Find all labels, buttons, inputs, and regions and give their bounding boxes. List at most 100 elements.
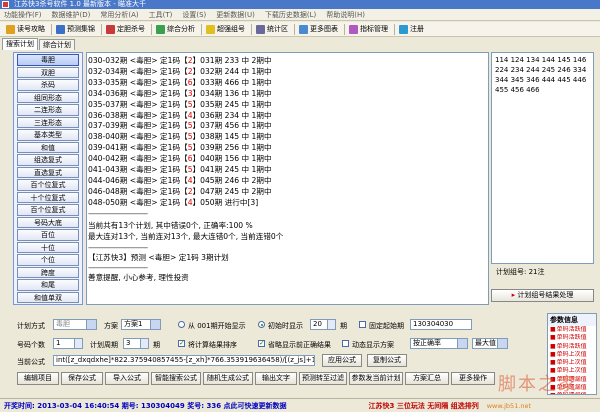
dynamic-scheme-label: 动态显示方案 — [352, 341, 394, 349]
formula-input[interactable]: int([z_dxqdxhe]*822.375940857455-[z_xh]*… — [53, 355, 315, 366]
plan-type-button[interactable]: 二连形态 — [17, 104, 79, 116]
action-button[interactable]: 输出文字 — [255, 372, 297, 385]
window-title: 江苏快3杀号软件 1.0 最新版本 - 瞄准大千 — [14, 0, 147, 8]
code-count-input[interactable]: 1 — [53, 338, 83, 349]
plan-type-button[interactable]: 百个位复式 — [17, 179, 79, 191]
menu-item[interactable]: 常用分析(A) — [100, 10, 138, 20]
param-info-item[interactable]: 单码上次值 — [548, 359, 596, 367]
toolbar-separator — [101, 23, 102, 35]
plan-count-label: 计划组号: 21注 — [496, 268, 545, 276]
plan-type-button[interactable]: 杀码 — [17, 79, 79, 91]
plan-type-button[interactable]: 直选复式 — [17, 166, 79, 178]
toolbar-button-label: 超强组号 — [217, 25, 245, 33]
toolbar-button[interactable]: 预测集锦 — [54, 23, 97, 36]
dynamic-scheme-checkbox[interactable] — [342, 340, 349, 347]
toolbar-button[interactable]: 读号攻略 — [4, 23, 47, 36]
plan-type-button[interactable]: 和值 — [17, 141, 79, 153]
plan-row: 033-035期 <毒胆> 定1码【6】033期 466 中 1期中 — [88, 77, 272, 87]
toolbar-button[interactable]: 定胆杀号 — [104, 23, 147, 36]
plan-cycle-input[interactable]: 3 — [123, 338, 149, 349]
radio-initial-display[interactable] — [258, 321, 265, 328]
scheme-select[interactable]: 方案1 — [121, 319, 161, 330]
toolbar-button-label: 统计区 — [267, 25, 288, 33]
toolbar-button[interactable]: 注册 — [397, 23, 426, 36]
hide-correct-checkbox[interactable]: ✓ — [258, 340, 265, 347]
watermark-logo: 脚本之家 — [498, 374, 578, 395]
menu-item[interactable]: 更新数据(U) — [216, 10, 255, 20]
menu-item[interactable]: 数据维护(D) — [52, 10, 91, 20]
plan-result-list[interactable]: 030-032期 <毒胆> 定1码【2】031期 233 中 2期中 032-03… — [86, 52, 489, 305]
max-value-select[interactable]: 最大值 — [472, 338, 508, 349]
copy-formula-button[interactable]: 复制公式 — [367, 354, 407, 367]
menu-item[interactable]: 功能操作(F) — [4, 10, 42, 20]
tab[interactable]: 综合计划 — [39, 39, 75, 50]
initial-periods-input[interactable]: 20 — [310, 319, 336, 330]
param-info-title: 参数信息 — [548, 314, 596, 326]
plan-number-box[interactable]: 114 124 134 144 145 146 224 234 244 245 … — [491, 52, 594, 264]
draw-info-status[interactable]: 开奖时间: 2013-03-04 16:40:54 期号: 130304049 … — [4, 401, 287, 411]
fixed-start-input[interactable]: 130304030 — [410, 319, 472, 330]
param-info-item[interactable]: 单码活跃值 — [548, 343, 596, 351]
menu-item[interactable]: 下载历史数据(L) — [265, 10, 316, 20]
sort-method-select[interactable]: 按正确率 — [410, 338, 468, 349]
menu-item[interactable]: 帮助说明(H) — [326, 10, 365, 20]
fixed-start-checkbox[interactable] — [359, 321, 366, 328]
apply-formula-button[interactable]: 应用公式 — [322, 354, 362, 367]
action-button[interactable]: 保存公式 — [61, 372, 103, 385]
action-button[interactable]: 参数发当前计划 — [349, 372, 403, 385]
tab-row: 搜索计划 综合计划 — [0, 38, 480, 50]
action-button[interactable]: 编辑项目 — [17, 372, 59, 385]
toolbar-button[interactable]: 更多图表 — [297, 23, 340, 36]
menu-item[interactable]: 工具(T) — [149, 10, 173, 20]
indicator-icon — [349, 24, 358, 34]
action-button[interactable]: 导入公式 — [105, 372, 149, 385]
plan-type-button[interactable]: 百位 — [17, 229, 79, 241]
plan-type-button[interactable]: 十位 — [17, 241, 79, 253]
forecast-line: 【江苏快3】预测 <毒胆> 定1码 3期计划 — [88, 252, 229, 262]
process-result-button[interactable]: ▸ 计划组号结果处理 — [491, 289, 594, 302]
menu-item[interactable]: 设置(S) — [182, 10, 206, 20]
plan-row: 041-043期 <毒胆> 定1码【5】041期 245 中 1期中 — [88, 165, 272, 175]
action-button[interactable]: 更多操作 — [451, 372, 495, 385]
plan-type-button[interactable]: 和尾 — [17, 279, 79, 291]
sort-checkbox[interactable]: ✓ — [178, 340, 185, 347]
param-info-item[interactable]: 单码上次值 — [548, 351, 596, 359]
toolbar-button[interactable]: 指标管理 — [347, 23, 390, 36]
chart-icon — [56, 24, 65, 34]
plan-type-button[interactable]: 基本类型 — [17, 129, 79, 141]
plan-type-button[interactable]: 和值单双 — [17, 291, 79, 303]
param-info-item[interactable]: 单码活跃值 — [548, 326, 596, 334]
plan-type-button[interactable]: 号码大底 — [17, 216, 79, 228]
separator-line: ---------------------------------- — [88, 242, 148, 252]
plan-type-button[interactable]: 百个位复式 — [17, 204, 79, 216]
hit-digit: 4 — [187, 175, 193, 185]
plan-type-button[interactable]: 十个位复式 — [17, 191, 79, 203]
plan-type-button[interactable]: 跨度 — [17, 266, 79, 278]
plan-method-select[interactable]: 毒胆 — [53, 319, 97, 330]
param-info-item[interactable]: 单码活跃值 — [548, 334, 596, 342]
action-button[interactable]: 随机生成公式 — [203, 372, 253, 385]
plan-type-button[interactable]: 组同形态 — [17, 91, 79, 103]
game-mode-status: 江苏快3 三位玩法 无间隔 组选排列 — [368, 401, 479, 410]
tip-line: 善意提醒, 小心参考, 理性投资 — [88, 273, 189, 283]
plan-type-button[interactable]: 毒胆 — [17, 54, 79, 66]
plan-row: 039-041期 <毒胆> 定1码【5】039期 256 中 1期中 — [88, 143, 272, 153]
radio-from-001[interactable] — [178, 321, 185, 328]
plan-type-button[interactable]: 组选复式 — [17, 154, 79, 166]
plan-type-button[interactable]: 个位 — [17, 254, 79, 266]
plan-type-button[interactable]: 双胆 — [17, 66, 79, 78]
plan-row: 037-039期 <毒胆> 定1码【5】037期 456 中 1期中 — [88, 121, 272, 131]
plan-type-button[interactable]: 三连形态 — [17, 116, 79, 128]
action-button[interactable]: 方案汇总 — [405, 372, 449, 385]
toolbar-button-label: 指标管理 — [360, 25, 388, 33]
toolbar-button[interactable]: 超强组号 — [204, 23, 247, 36]
action-button[interactable]: 预测转至过滤 — [299, 372, 347, 385]
plan-row: 034-036期 <毒胆> 定1码【3】034期 136 中 1期中 — [88, 88, 272, 98]
toolbar-button[interactable]: 统计区 — [254, 23, 290, 36]
tab[interactable]: 搜索计划 — [2, 38, 38, 50]
toolbar: 读号攻略 预测集锦 定胆杀号 综合分析 超强组号 统计区 更多图表 指标管理 注册 — [0, 22, 600, 37]
toolbar-separator — [294, 23, 295, 35]
action-button[interactable]: 智能搜索公式 — [151, 372, 201, 385]
toolbar-button[interactable]: 综合分析 — [154, 23, 197, 36]
separator-line: ---------------------------------- — [88, 263, 148, 273]
